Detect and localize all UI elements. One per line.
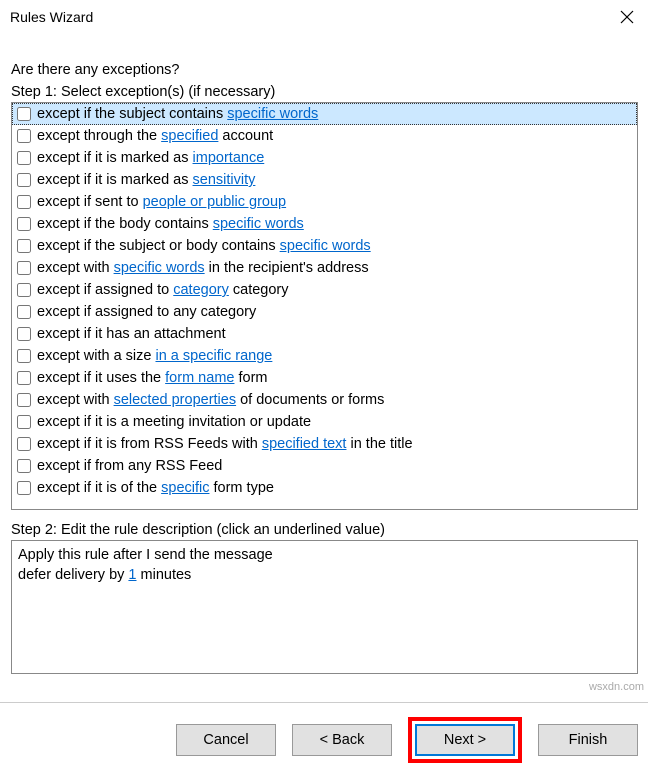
exception-label: except if the subject or body contains s… bbox=[37, 235, 371, 257]
exception-row[interactable]: except with selected properties of docum… bbox=[12, 389, 637, 411]
exception-checkbox[interactable] bbox=[17, 261, 31, 275]
exception-label: except through the specified account bbox=[37, 125, 273, 147]
exception-link[interactable]: sensitivity bbox=[193, 172, 256, 188]
exception-checkbox[interactable] bbox=[17, 393, 31, 407]
exception-row[interactable]: except if it is marked as importance bbox=[12, 147, 637, 169]
exception-link[interactable]: specific words bbox=[114, 260, 205, 276]
back-button[interactable]: < Back bbox=[292, 724, 392, 756]
rule-line-2: defer delivery by 1 minutes bbox=[18, 565, 631, 585]
footer: Cancel < Back Next > Finish bbox=[0, 703, 648, 775]
exception-row[interactable]: except with specific words in the recipi… bbox=[12, 257, 637, 279]
exception-link[interactable]: category bbox=[173, 282, 229, 298]
rule-description-box[interactable]: Apply this rule after I send the message… bbox=[11, 540, 638, 674]
exception-row[interactable]: except if it is from RSS Feeds with spec… bbox=[12, 433, 637, 455]
exception-label: except if from any RSS Feed bbox=[37, 455, 222, 477]
exception-link[interactable]: importance bbox=[193, 150, 265, 166]
exception-link[interactable]: selected properties bbox=[114, 392, 237, 408]
exception-row[interactable]: except if assigned to category category bbox=[12, 279, 637, 301]
exception-checkbox[interactable] bbox=[17, 415, 31, 429]
exception-checkbox[interactable] bbox=[17, 481, 31, 495]
exception-link[interactable]: specific words bbox=[227, 106, 318, 122]
exception-row[interactable]: except if it has an attachment bbox=[12, 323, 637, 345]
exception-link[interactable]: specified bbox=[161, 128, 218, 144]
exception-link[interactable]: people or public group bbox=[143, 194, 287, 210]
exception-label: except if assigned to category category bbox=[37, 279, 289, 301]
exception-link[interactable]: specific words bbox=[280, 238, 371, 254]
exception-row[interactable]: except if the body contains specific wor… bbox=[12, 213, 637, 235]
exception-label: except if the body contains specific wor… bbox=[37, 213, 304, 235]
exception-label: except if it is marked as sensitivity bbox=[37, 169, 255, 191]
exception-label: except if it is marked as importance bbox=[37, 147, 264, 169]
exception-link[interactable]: specific bbox=[161, 480, 209, 496]
exception-label: except if the subject contains specific … bbox=[37, 103, 318, 125]
exception-link[interactable]: specific words bbox=[213, 216, 304, 232]
exception-row[interactable]: except through the specified account bbox=[12, 125, 637, 147]
exception-row[interactable]: except if sent to people or public group bbox=[12, 191, 637, 213]
exception-checkbox[interactable] bbox=[17, 305, 31, 319]
exception-row[interactable]: except if assigned to any category bbox=[12, 301, 637, 323]
exception-link[interactable]: form name bbox=[165, 370, 234, 386]
defer-minutes-link[interactable]: 1 bbox=[128, 567, 136, 583]
exception-row[interactable]: except if it is a meeting invitation or … bbox=[12, 411, 637, 433]
exception-label: except with selected properties of docum… bbox=[37, 389, 384, 411]
exception-checkbox[interactable] bbox=[17, 129, 31, 143]
exception-label: except if it is a meeting invitation or … bbox=[37, 411, 311, 433]
exception-row[interactable]: except if it uses the form name form bbox=[12, 367, 637, 389]
exception-checkbox[interactable] bbox=[17, 283, 31, 297]
exception-label: except with specific words in the recipi… bbox=[37, 257, 369, 279]
close-icon[interactable] bbox=[618, 8, 636, 26]
exception-label: except if sent to people or public group bbox=[37, 191, 286, 213]
exception-label: except if it is from RSS Feeds with spec… bbox=[37, 433, 413, 455]
watermark: wsxdn.com bbox=[589, 681, 644, 693]
exception-row[interactable]: except if it is marked as sensitivity bbox=[12, 169, 637, 191]
window-title: Rules Wizard bbox=[10, 9, 93, 25]
exception-row[interactable]: except if it is of the specific form typ… bbox=[12, 477, 637, 499]
finish-button[interactable]: Finish bbox=[538, 724, 638, 756]
next-button[interactable]: Next > bbox=[415, 724, 515, 756]
exception-checkbox[interactable] bbox=[17, 107, 31, 121]
rule-line-1: Apply this rule after I send the message bbox=[18, 545, 631, 565]
title-bar: Rules Wizard bbox=[0, 0, 648, 32]
exception-checkbox[interactable] bbox=[17, 217, 31, 231]
exception-label: except if assigned to any category bbox=[37, 301, 256, 323]
exception-checkbox[interactable] bbox=[17, 173, 31, 187]
exception-row[interactable]: except with a size in a specific range bbox=[12, 345, 637, 367]
exception-checkbox[interactable] bbox=[17, 327, 31, 341]
exception-row[interactable]: except if the subject or body contains s… bbox=[12, 235, 637, 257]
exception-label: except if it is of the specific form typ… bbox=[37, 477, 274, 499]
exception-checkbox[interactable] bbox=[17, 239, 31, 253]
exception-row[interactable]: except if from any RSS Feed bbox=[12, 455, 637, 477]
exception-checkbox[interactable] bbox=[17, 151, 31, 165]
exceptions-question: Are there any exceptions? bbox=[11, 62, 638, 78]
step2-label: Step 2: Edit the rule description (click… bbox=[11, 522, 638, 538]
step1-label: Step 1: Select exception(s) (if necessar… bbox=[11, 84, 638, 100]
exception-row[interactable]: except if the subject contains specific … bbox=[12, 103, 637, 125]
exception-link[interactable]: in a specific range bbox=[155, 348, 272, 364]
exception-checkbox[interactable] bbox=[17, 371, 31, 385]
exception-label: except if it has an attachment bbox=[37, 323, 226, 345]
exceptions-list[interactable]: except if the subject contains specific … bbox=[11, 102, 638, 510]
exception-checkbox[interactable] bbox=[17, 195, 31, 209]
exception-label: except with a size in a specific range bbox=[37, 345, 272, 367]
exception-link[interactable]: specified text bbox=[262, 436, 347, 452]
exception-checkbox[interactable] bbox=[17, 349, 31, 363]
cancel-button[interactable]: Cancel bbox=[176, 724, 276, 756]
exception-checkbox[interactable] bbox=[17, 459, 31, 473]
exception-checkbox[interactable] bbox=[17, 437, 31, 451]
next-highlight: Next > bbox=[408, 717, 522, 763]
exception-label: except if it uses the form name form bbox=[37, 367, 268, 389]
